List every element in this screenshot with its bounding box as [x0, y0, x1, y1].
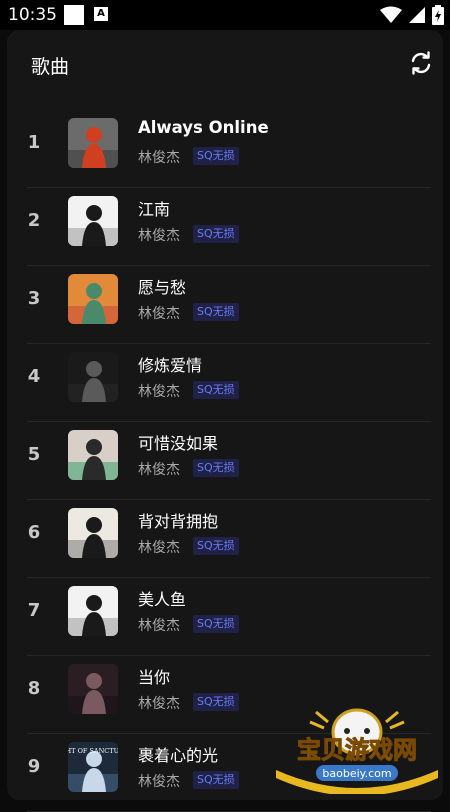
quality-badge: SQ无损 [193, 615, 239, 633]
song-title: 裹着心的光 [138, 746, 219, 765]
song-rank: 8 [27, 678, 41, 699]
song-artist: 林俊杰 [138, 540, 180, 556]
keyboard-icon: A [94, 7, 108, 21]
album-cover [68, 664, 118, 714]
album-cover [68, 430, 118, 480]
song-rank: 3 [27, 288, 41, 309]
song-title: 当你 [138, 668, 171, 687]
watermark-logo: 宝贝游戏网 baobeiy.com [276, 708, 438, 794]
song-artist: 林俊杰 [138, 228, 180, 244]
song-row[interactable]: 3 愿与愁林俊杰 SQ无损 [7, 266, 443, 344]
album-cover [68, 118, 118, 168]
quality-badge: SQ无损 [193, 537, 239, 555]
song-rank: 6 [27, 522, 41, 543]
album-cover [68, 274, 118, 324]
status-bar: 10:35 A [0, 0, 450, 30]
song-artist: 林俊杰 [138, 774, 180, 790]
quality-badge: SQ无损 [193, 147, 239, 165]
song-artist: 林俊杰 [138, 696, 180, 712]
song-row[interactable]: 2 江南林俊杰 SQ无损 [7, 188, 443, 266]
battery-icon [432, 5, 444, 25]
song-title: 可惜没如果 [138, 434, 219, 453]
song-rank: 5 [27, 444, 41, 465]
song-artist: 林俊杰 [138, 306, 180, 322]
song-rank: 1 [27, 132, 41, 153]
album-cover [68, 586, 118, 636]
song-row[interactable]: 6 背对背拥抱林俊杰 SQ无损 [7, 500, 443, 578]
watermark-url: baobeiy.com [322, 767, 391, 780]
album-cover [68, 508, 118, 558]
song-row[interactable]: 1 Always Online 林俊杰 SQ无损 [7, 110, 443, 188]
album-cover [68, 352, 118, 402]
quality-badge: SQ无损 [193, 771, 239, 789]
quality-badge: SQ无损 [193, 303, 239, 321]
song-artist: 林俊杰 [138, 384, 180, 400]
song-rank: 7 [27, 600, 41, 621]
status-time: 10:35 [8, 5, 57, 25]
quality-badge: SQ无损 [193, 381, 239, 399]
song-artist: 林俊杰 [138, 618, 180, 634]
status-icons [380, 5, 444, 25]
album-cover [68, 196, 118, 246]
page-title: 歌曲 [31, 56, 70, 78]
album-cover: LIGHT OF SANCTUARY [68, 742, 118, 792]
song-rank: 9 [27, 756, 41, 777]
song-rank: 2 [27, 210, 41, 231]
song-title: Always Online [138, 118, 269, 137]
notification-icon [64, 5, 84, 25]
quality-badge: SQ无损 [193, 459, 239, 477]
song-row[interactable]: 7 美人鱼林俊杰 SQ无损 [7, 578, 443, 656]
watermark-title: 宝贝游戏网 [297, 736, 417, 764]
song-title: 背对背拥抱 [138, 512, 219, 531]
signal-icon [409, 7, 425, 23]
quality-badge: SQ无损 [193, 693, 239, 711]
song-title: 美人鱼 [138, 590, 187, 609]
svg-text:LIGHT OF SANCTUARY: LIGHT OF SANCTUARY [68, 747, 118, 755]
song-rank: 4 [27, 366, 41, 387]
song-artist: 林俊杰 [138, 462, 180, 478]
quality-badge: SQ无损 [193, 225, 239, 243]
song-title: 愿与愁 [138, 278, 187, 297]
song-row[interactable]: 4 修炼爱情林俊杰 SQ无损 [7, 344, 443, 422]
refresh-icon[interactable] [409, 51, 433, 75]
song-row[interactable]: 5 可惜没如果林俊杰 SQ无损 [7, 422, 443, 500]
song-title: 修炼爱情 [138, 356, 203, 375]
wifi-icon [380, 6, 402, 23]
song-title: 江南 [138, 200, 171, 219]
song-artist: 林俊杰 [138, 150, 180, 166]
songs-card: 歌曲 1 Always Online 林俊杰 SQ无损 2 江南 林俊杰 SQ无损 3 愿与愁 林俊… [7, 30, 443, 812]
